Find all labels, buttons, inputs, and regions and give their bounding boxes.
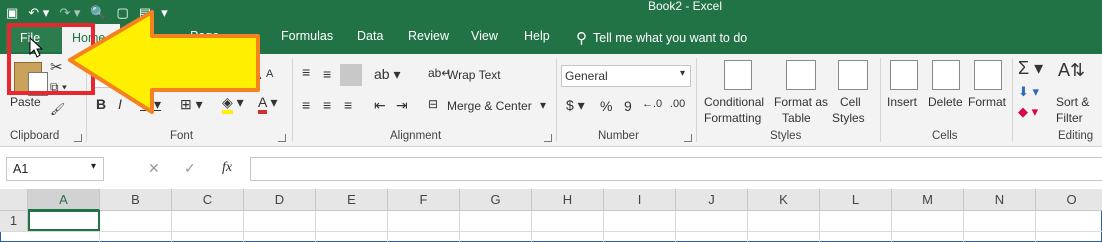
annotation-arrow-shape <box>68 10 260 114</box>
mouse-cursor-icon <box>29 36 44 58</box>
annotation-arrow <box>29 10 260 114</box>
